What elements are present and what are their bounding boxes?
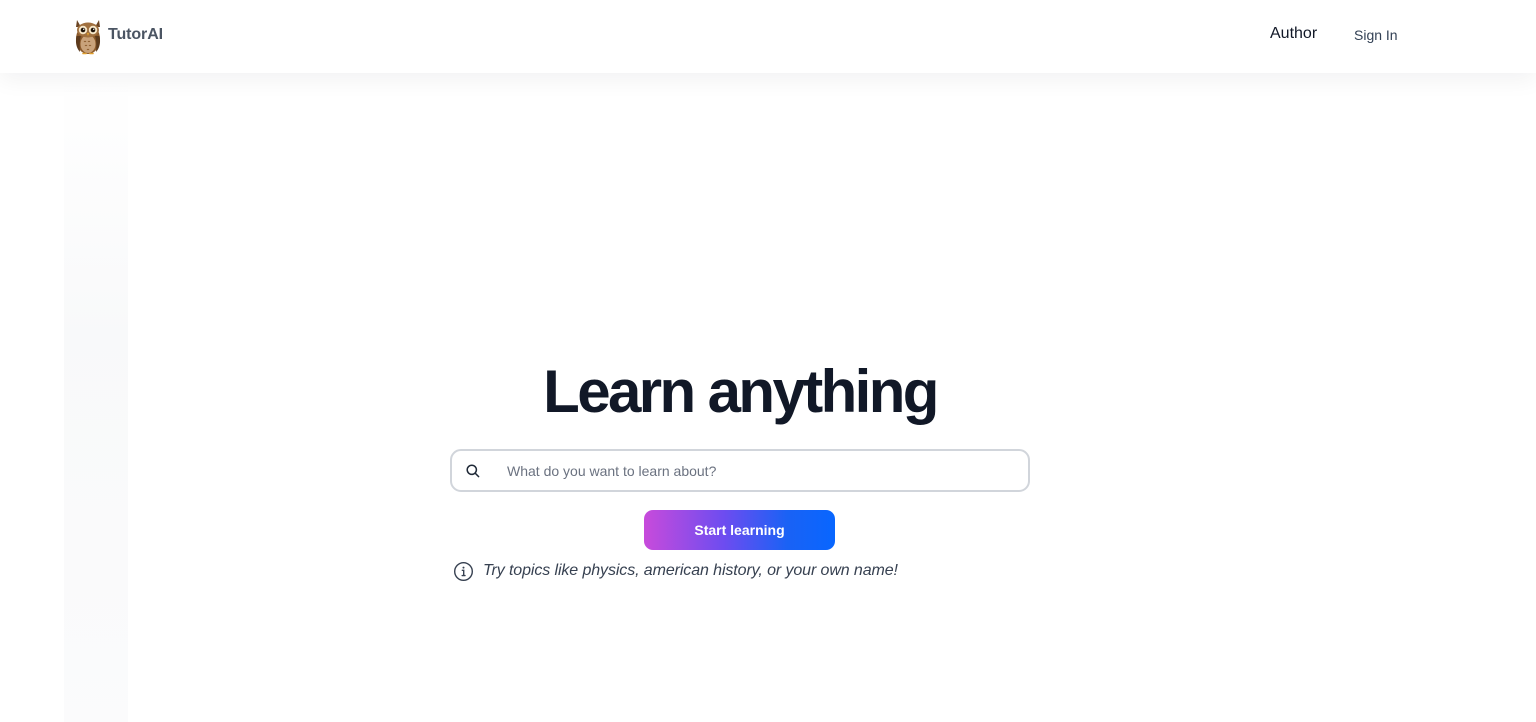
page: TutorAI Author Sign In Learn anything St…: [0, 0, 1536, 722]
hint-row: Try topics like physics, american histor…: [453, 560, 898, 582]
nav-link-author[interactable]: Author: [1270, 25, 1317, 43]
search-box[interactable]: [450, 449, 1030, 492]
search-input[interactable]: [507, 451, 1007, 490]
hint-text: Try topics like physics, american histor…: [483, 562, 898, 579]
top-navbar: TutorAI Author Sign In: [0, 0, 1536, 73]
owl-icon: [75, 20, 101, 55]
search-icon: [466, 464, 480, 478]
nav-link-sign-in[interactable]: Sign In: [1354, 27, 1398, 43]
brand-name: TutorAI: [108, 26, 163, 43]
start-learning-button[interactable]: Start learning: [644, 510, 835, 550]
brand-logo-link[interactable]: TutorAI: [73, 14, 163, 56]
info-icon: [453, 561, 474, 581]
page-title: Learn anything: [543, 358, 939, 425]
